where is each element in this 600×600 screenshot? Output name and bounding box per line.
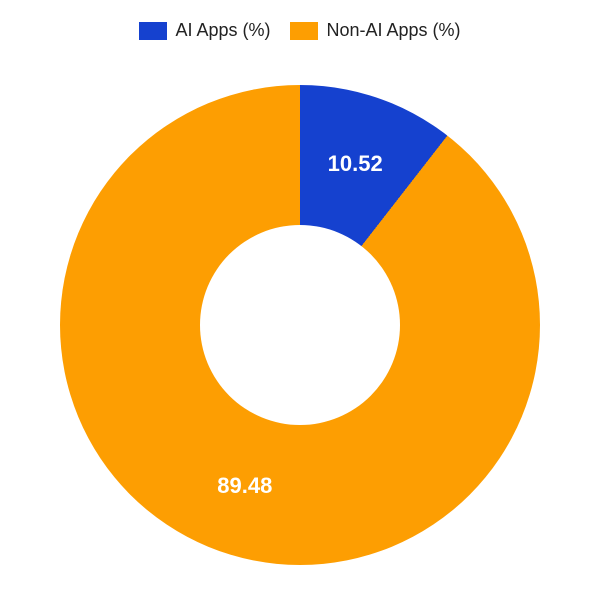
legend-swatch-icon — [290, 22, 318, 40]
donut-hole — [200, 225, 400, 425]
legend-swatch-icon — [139, 22, 167, 40]
donut-ring: 10.52 89.48 — [60, 85, 540, 565]
slice-label-non-ai: 89.48 — [217, 473, 272, 499]
legend-label: AI Apps (%) — [175, 20, 270, 41]
legend-label: Non-AI Apps (%) — [326, 20, 460, 41]
legend-item-non-ai: Non-AI Apps (%) — [290, 20, 460, 41]
chart-legend: AI Apps (%) Non-AI Apps (%) — [0, 0, 600, 41]
legend-item-ai: AI Apps (%) — [139, 20, 270, 41]
donut-chart: 10.52 89.48 — [0, 60, 600, 590]
slice-label-ai: 10.52 — [328, 151, 383, 177]
